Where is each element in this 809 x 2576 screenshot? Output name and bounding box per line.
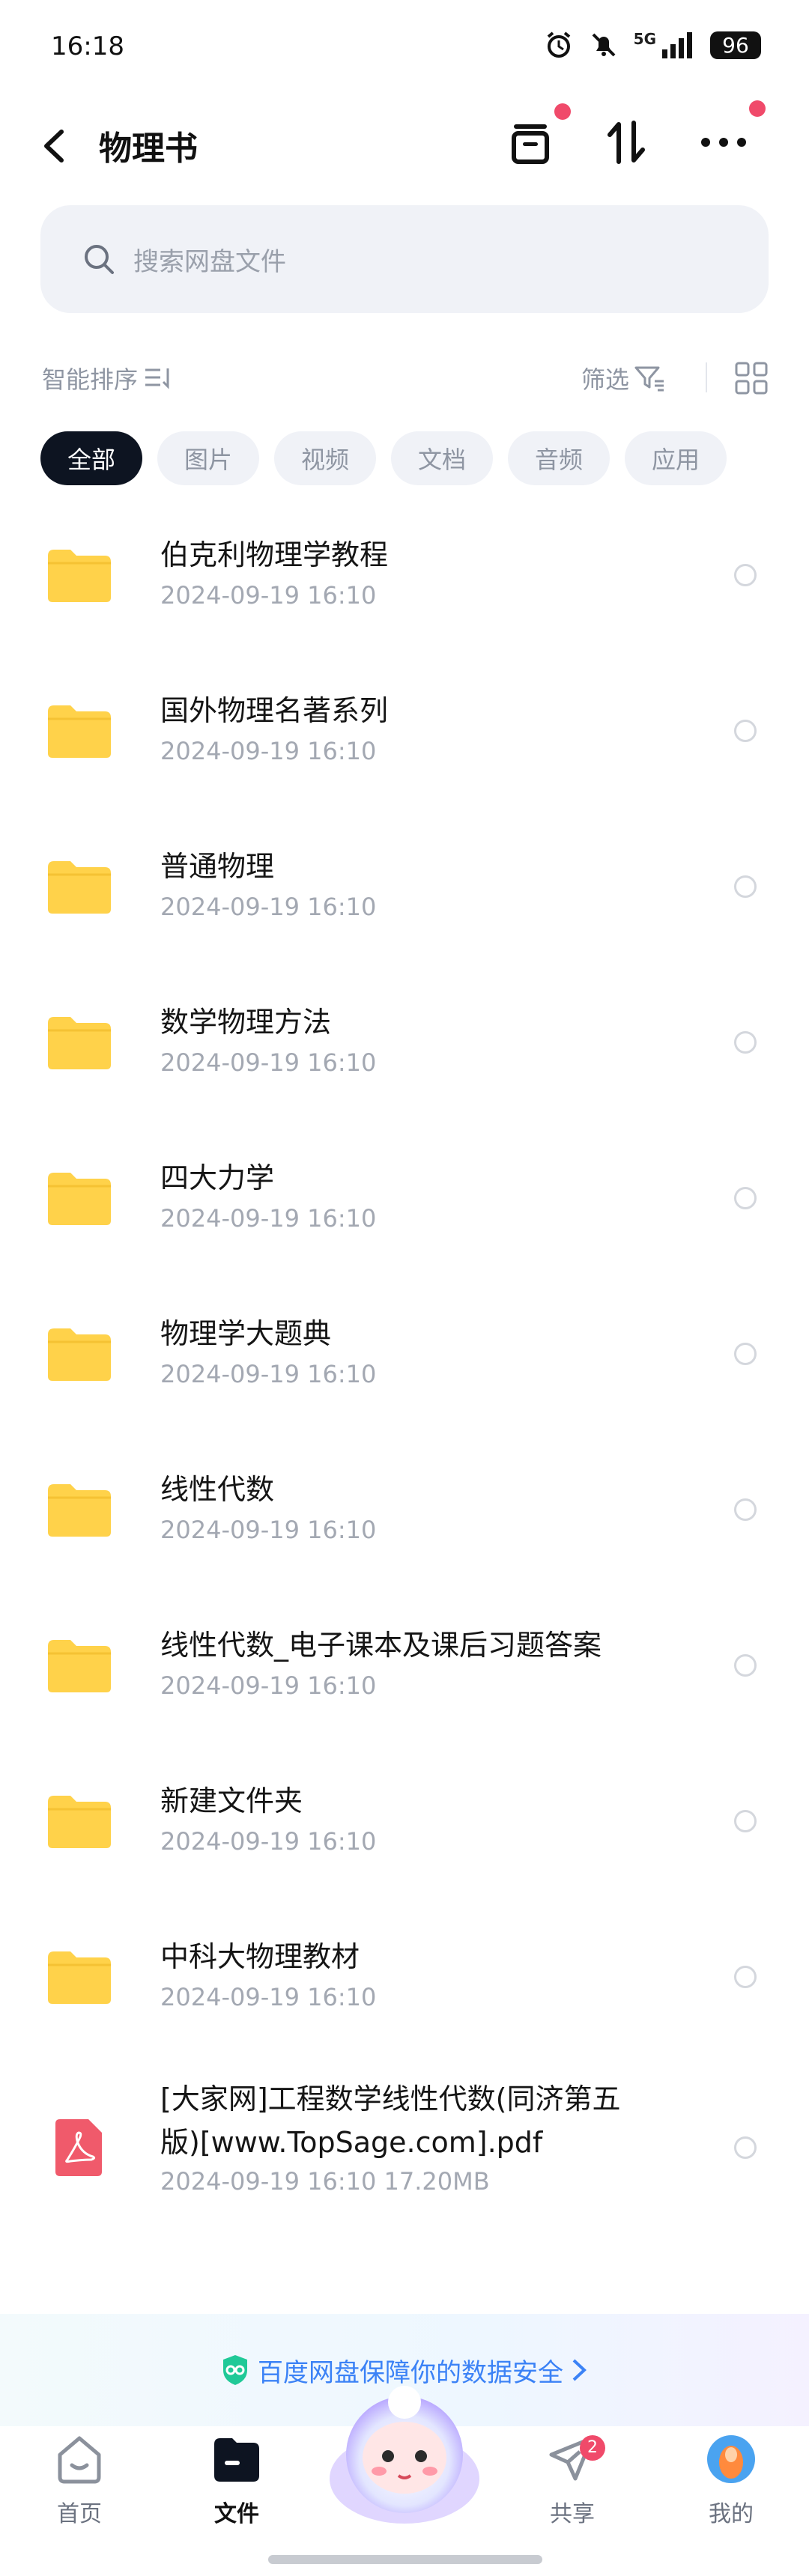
divider	[706, 362, 707, 392]
pdf-icon	[55, 2119, 102, 2176]
back-icon[interactable]	[39, 127, 69, 165]
chip-images[interactable]: 图片	[157, 431, 259, 485]
nav-profile[interactable]: 我的	[679, 2432, 784, 2528]
folder-icon	[48, 1796, 111, 1848]
file-name: 线性代数	[160, 1473, 275, 1506]
file-meta: 2024-09-19 16:10	[160, 737, 377, 765]
file-name: 中科大物理教材	[160, 1940, 360, 1973]
folder-icon	[48, 1951, 111, 2004]
nav-home-label: 首页	[57, 2501, 102, 2527]
select-checkbox[interactable]	[734, 875, 757, 898]
nav-share[interactable]: 2 共享	[520, 2432, 625, 2528]
filter-icon	[634, 366, 664, 392]
file-name: 四大力学	[160, 1161, 275, 1194]
file-name: 普通物理	[160, 850, 275, 883]
shield-icon	[223, 2355, 247, 2385]
home-icon	[58, 2436, 101, 2484]
files-icon	[214, 2438, 259, 2482]
folder-icon	[48, 1484, 111, 1537]
notification-dot	[554, 103, 571, 120]
filter-label: 筛选	[581, 365, 630, 394]
chip-videos[interactable]: 视频	[274, 431, 376, 485]
more-button[interactable]	[694, 100, 766, 172]
file-meta: 2024-09-19 16:10	[160, 1516, 377, 1544]
page-title: 物理书	[99, 130, 198, 168]
notification-dot	[749, 100, 766, 117]
mascot-button[interactable]	[321, 2366, 488, 2534]
file-meta: 2024-09-19 16:10	[160, 1827, 377, 1856]
folder-icon	[48, 1017, 111, 1069]
mute-bell-icon	[592, 33, 616, 57]
status-icons: 5G 96	[544, 30, 761, 60]
file-meta: 2024-09-19 16:10	[160, 1671, 377, 1700]
select-checkbox[interactable]	[734, 2136, 757, 2159]
more-icon	[701, 138, 746, 147]
nav-files[interactable]: 文件	[184, 2432, 289, 2528]
signal-icon	[662, 32, 692, 58]
file-name: 数学物理方法	[160, 1006, 332, 1039]
sort-arrows-icon	[607, 121, 645, 164]
smart-sort-button[interactable]: 智能排序	[42, 361, 174, 395]
search-icon	[85, 245, 114, 274]
home-indicator[interactable]	[268, 2555, 542, 2564]
folder-icon	[48, 861, 111, 914]
folder-icon	[48, 1173, 111, 1225]
share-badge: 2	[580, 2435, 605, 2461]
file-name: 国外物理名著系列	[160, 694, 389, 727]
file-meta: 2024-09-19 16:10 17.20MB	[160, 2167, 490, 2196]
select-checkbox[interactable]	[734, 720, 757, 742]
filter-chips: 全部 图片 视频 文档 音频 应用	[40, 431, 727, 485]
sort-button[interactable]	[596, 112, 656, 172]
file-meta: 2024-09-19 16:10	[160, 1204, 377, 1233]
file-name-line-2: 版)[www.TopSage.com].pdf	[160, 2126, 543, 2159]
folder-icon	[48, 550, 111, 602]
chip-audio[interactable]: 音频	[508, 431, 610, 485]
select-checkbox[interactable]	[734, 1031, 757, 1054]
select-checkbox[interactable]	[734, 1498, 757, 1521]
battery-indicator: 96	[710, 31, 761, 59]
nav-home[interactable]: 首页	[27, 2432, 132, 2528]
chip-all[interactable]: 全部	[40, 431, 142, 485]
status-time: 16:18	[51, 31, 124, 61]
select-checkbox[interactable]	[734, 1187, 757, 1209]
file-meta: 2024-09-19 16:10	[160, 1360, 377, 1388]
file-meta: 2024-09-19 16:10	[160, 581, 377, 610]
file-name: 伯克利物理学教程	[160, 538, 389, 571]
filter-button[interactable]: 筛选	[581, 361, 665, 395]
file-name: 新建文件夹	[160, 1784, 303, 1817]
grid-view-icon[interactable]	[734, 361, 769, 395]
nav-profile-label: 我的	[709, 2501, 754, 2527]
file-name-line-1: [大家网]工程数学线性代数(同济第五	[160, 2083, 621, 2115]
archive-icon	[512, 124, 549, 164]
folder-icon	[48, 1640, 111, 1692]
select-checkbox[interactable]	[734, 1966, 757, 1988]
select-checkbox[interactable]	[734, 1343, 757, 1365]
sort-list-icon	[145, 368, 169, 389]
file-name: 线性代数_电子课本及课后习题答案	[160, 1629, 602, 1662]
network-label: 5G	[633, 30, 656, 48]
select-checkbox[interactable]	[734, 1810, 757, 1832]
nav-files-label: 文件	[214, 2501, 259, 2527]
alarm-icon	[547, 31, 570, 58]
folder-icon	[48, 1328, 111, 1381]
search-input[interactable]: 搜索网盘文件	[40, 205, 769, 313]
file-meta: 2024-09-19 16:10	[160, 1048, 377, 1077]
mascot-icon	[330, 2386, 479, 2524]
archive-button[interactable]	[500, 103, 571, 172]
chip-documents[interactable]: 文档	[391, 431, 493, 485]
folder-icon	[48, 705, 111, 758]
chevron-right-icon	[572, 2359, 587, 2381]
select-checkbox[interactable]	[734, 1654, 757, 1677]
file-name: 物理学大题典	[160, 1317, 332, 1350]
file-meta: 2024-09-19 16:10	[160, 1983, 377, 2011]
search-placeholder: 搜索网盘文件	[133, 246, 286, 277]
chip-apps[interactable]: 应用	[625, 431, 727, 485]
select-checkbox[interactable]	[734, 564, 757, 586]
nav-share-label: 共享	[550, 2501, 595, 2527]
avatar-icon	[707, 2435, 755, 2483]
sort-label: 智能排序	[42, 365, 139, 394]
file-meta: 2024-09-19 16:10	[160, 893, 377, 921]
